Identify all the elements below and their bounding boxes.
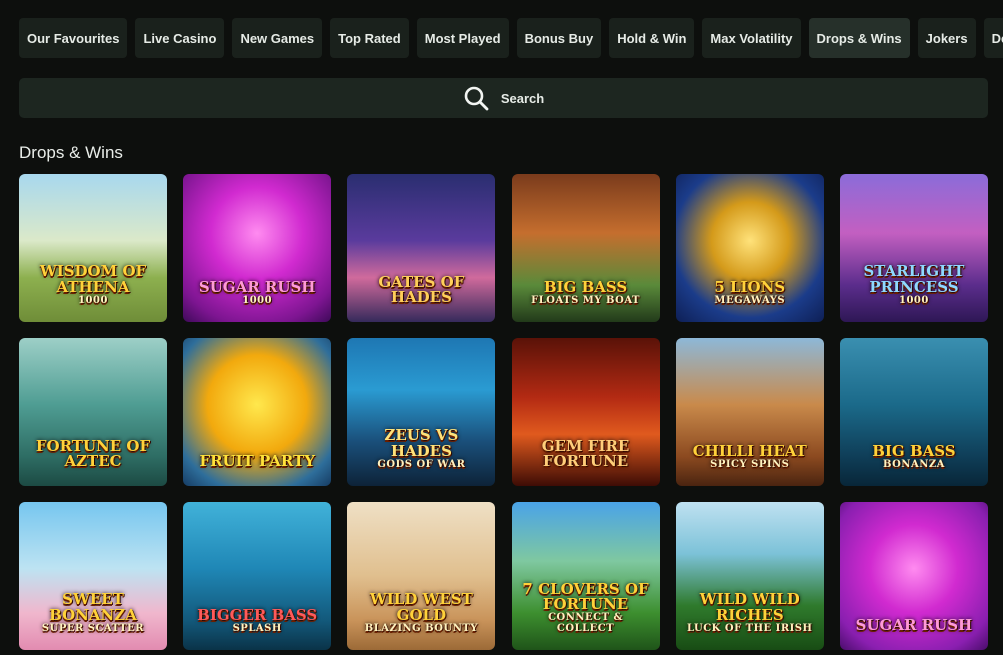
game-subtitle: Splash xyxy=(232,622,282,634)
game-subtitle: 1000 xyxy=(78,294,108,306)
game-tile[interactable]: Wild West Gold Blazing Bounty xyxy=(347,502,496,650)
game-tile[interactable]: Gem Fire Fortune xyxy=(511,338,660,486)
game-title: Wild Wild Riches Luck of the Irish xyxy=(682,591,818,634)
tab-top-rated[interactable]: Top Rated xyxy=(330,18,409,58)
tab-bonus-buy[interactable]: Bonus Buy xyxy=(516,18,602,58)
game-subtitle: 1000 xyxy=(242,294,273,306)
game-tile[interactable]: Fortune of Aztec xyxy=(19,338,167,486)
game-subtitle: Connect & Collect xyxy=(548,612,624,634)
game-title: Gates of Hades xyxy=(378,272,465,307)
game-subtitle: Gods of War xyxy=(377,458,466,470)
game-subtitle: Bonanza xyxy=(882,458,945,470)
search-bar[interactable]: Search xyxy=(19,78,988,118)
game-title: Chilli Heat Spicy Spins xyxy=(682,443,818,470)
game-title: Sugar Rush xyxy=(855,616,973,635)
game-title: Wisdom of Athena 1000 xyxy=(25,263,161,306)
game-title: 5 Lions Megaways xyxy=(682,279,818,306)
search-label: Search xyxy=(500,90,545,106)
game-tile[interactable]: Wild Wild Riches Luck of the Irish xyxy=(675,502,824,650)
tab-deep-b[interactable]: Deep B xyxy=(983,18,1003,58)
tab-our-favourites[interactable]: Our Favourites xyxy=(19,18,128,58)
game-subtitle: Megaways xyxy=(714,294,786,306)
game-grid: Wisdom of Athena 1000 Sugar Rush 1000 Gates … xyxy=(19,174,988,650)
game-tile[interactable]: Big Bass Bonanza xyxy=(839,338,988,486)
game-tile[interactable]: Big Bass Floats My Boat xyxy=(511,174,660,322)
game-tile[interactable]: Sweet Bonanza Super Scatter xyxy=(19,502,167,650)
game-title: Big Bass Bonanza xyxy=(846,443,982,470)
game-title: Bigger Bass Splash xyxy=(189,607,325,634)
game-tile[interactable]: 7 Clovers of Fortune Connect & Collect xyxy=(511,502,660,650)
tab-hold-and-win[interactable]: Hold & Win xyxy=(609,18,695,58)
section-title: Drops & Wins xyxy=(19,143,123,162)
game-title: Starlight Princess 1000 xyxy=(846,263,982,306)
game-tile[interactable]: Sugar Rush xyxy=(839,502,988,650)
game-title: 7 Clovers of Fortune Connect & Collect xyxy=(518,581,654,635)
game-subtitle: Spicy Spins xyxy=(710,458,790,470)
game-tile[interactable]: 5 Lions Megaways xyxy=(675,174,824,322)
game-title: Big Bass Floats My Boat xyxy=(518,279,654,306)
game-tile[interactable]: Bigger Bass Splash xyxy=(183,502,332,650)
game-title: Sweet Bonanza Super Scatter xyxy=(25,591,161,634)
game-subtitle: Super Scatter xyxy=(41,622,145,634)
game-tile[interactable]: Fruit Party xyxy=(183,338,332,486)
tab-max-volatility[interactable]: Max Volatility xyxy=(702,18,801,58)
game-subtitle: 1000 xyxy=(899,294,929,306)
game-subtitle: Blazing Bounty xyxy=(364,622,478,634)
game-subtitle: Luck of the Irish xyxy=(687,622,813,634)
tab-live-casino[interactable]: Live Casino xyxy=(135,18,225,58)
tab-drops-and-wins[interactable]: Drops & Wins xyxy=(808,18,910,58)
game-subtitle: Floats My Boat xyxy=(531,294,640,306)
game-tile[interactable]: Starlight Princess 1000 xyxy=(839,174,988,322)
game-tile[interactable]: Zeus vs Hades Gods of War xyxy=(347,338,496,486)
game-tile[interactable]: Sugar Rush 1000 xyxy=(183,174,332,322)
game-title: Gem Fire Fortune xyxy=(541,436,630,471)
tab-most-played[interactable]: Most Played xyxy=(416,18,509,58)
game-title: Fortune of Aztec xyxy=(35,436,151,471)
game-tile[interactable]: Gates of Hades xyxy=(347,174,496,322)
game-title: Zeus vs Hades Gods of War xyxy=(353,427,489,470)
search-icon xyxy=(464,86,489,111)
category-tabs: Our Favourites Live Casino New Games Top… xyxy=(19,18,1003,58)
tab-new-games[interactable]: New Games xyxy=(232,18,323,58)
game-title: Wild West Gold Blazing Bounty xyxy=(353,591,489,634)
tab-jokers[interactable]: Jokers xyxy=(917,18,976,58)
game-title: Fruit Party xyxy=(199,452,315,471)
game-tile[interactable]: Chilli Heat Spicy Spins xyxy=(675,338,824,486)
game-tile[interactable]: Wisdom of Athena 1000 xyxy=(19,174,167,322)
game-title: Sugar Rush 1000 xyxy=(189,279,325,306)
